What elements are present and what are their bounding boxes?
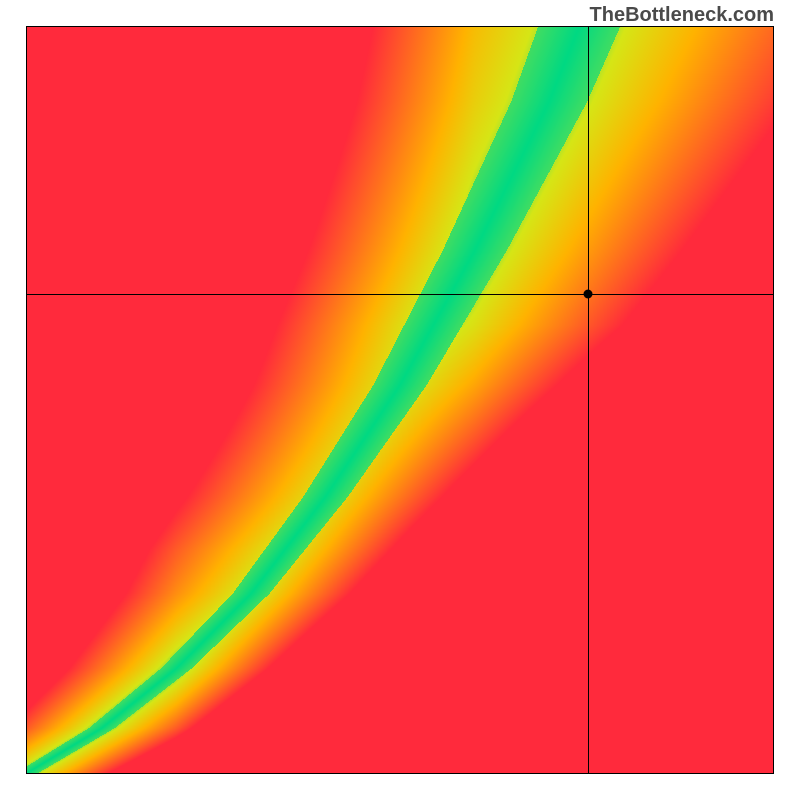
crosshair-horizontal	[27, 294, 773, 295]
plot-area	[26, 26, 774, 774]
watermark-text: TheBottleneck.com	[590, 4, 774, 27]
chart-container: TheBottleneck.com	[0, 0, 800, 800]
selected-point-marker	[583, 290, 592, 299]
crosshair-vertical	[588, 27, 589, 773]
heatmap-canvas	[27, 27, 773, 773]
